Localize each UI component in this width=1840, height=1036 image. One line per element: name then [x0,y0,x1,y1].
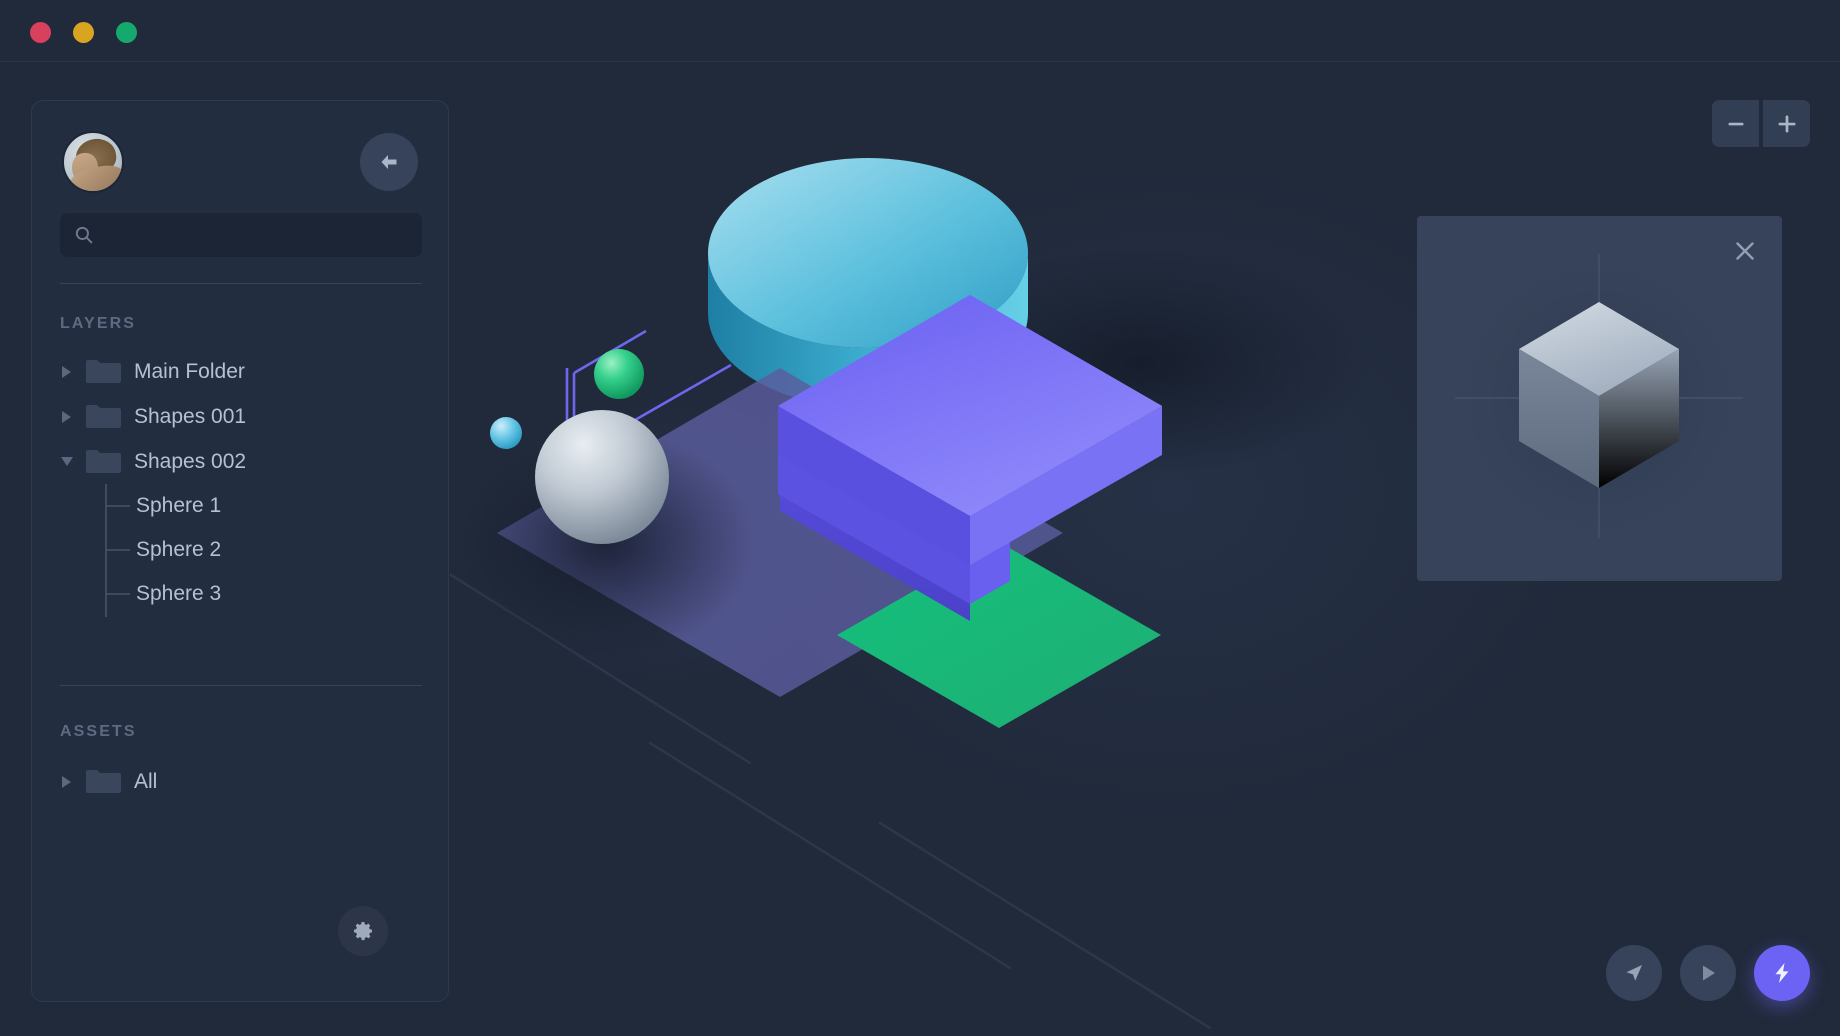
layer-label: Shapes 002 [134,449,247,473]
section-title-layers: LAYERS [60,315,137,332]
minimize-window-button[interactable] [73,22,94,43]
chevron-right-icon[interactable] [60,410,86,424]
title-bar [0,0,1840,62]
chevron-right-icon[interactable] [60,775,86,789]
layer-label: Sphere 3 [136,582,222,605]
layer-item-sphere-2[interactable]: Sphere 2 [60,528,422,572]
layers-tree: Main Folder Shapes 001 Shapes 002 Sphere… [60,349,422,617]
layer-item-shapes-001[interactable]: Shapes 001 [60,394,422,439]
gear-icon [354,922,373,941]
plus-icon [1778,115,1795,132]
layer-children-shapes-002: Sphere 1 Sphere 2 Sphere 3 [60,484,422,617]
avatar[interactable] [62,131,124,193]
scene-object-sphere-blue[interactable] [490,417,522,449]
layer-label: Shapes 001 [134,404,247,428]
boost-button[interactable] [1754,945,1810,1001]
layer-label: Main Folder [134,359,245,383]
settings-button[interactable] [338,906,388,956]
close-icon [1736,242,1754,260]
divider-middle [60,685,422,686]
search-input[interactable] [104,226,408,244]
chevron-right-icon[interactable] [60,365,86,379]
section-title-assets: ASSETS [60,723,137,740]
close-window-button[interactable] [30,22,51,43]
maximize-window-button[interactable] [116,22,137,43]
divider-top [60,283,422,284]
zoom-out-button[interactable] [1712,100,1759,147]
asset-item-all[interactable]: All [60,759,422,804]
scene-object-sphere-gray[interactable] [535,410,669,544]
window-controls [30,22,137,43]
preview-panel [1417,216,1782,581]
search-icon [75,226,93,244]
folder-icon [86,448,130,475]
preview-close-button[interactable] [1730,236,1760,266]
action-buttons [1606,945,1810,1001]
layer-item-main-folder[interactable]: Main Folder [60,349,422,394]
layer-item-shapes-002[interactable]: Shapes 002 [60,439,422,484]
app-window: LAYERS Main Folder Shapes 001 Shapes 002… [0,0,1840,1036]
folder-icon [86,358,130,385]
assets-tree: All [60,759,422,804]
lightning-bolt-icon [1775,963,1789,983]
folder-icon [86,403,130,430]
folder-icon [86,768,130,795]
navigation-arrow-icon [1626,965,1642,981]
zoom-controls [1712,100,1810,147]
preview-cube-scene [1449,248,1749,548]
chevron-down-icon[interactable] [60,455,86,468]
search-field[interactable] [60,213,422,257]
back-button[interactable] [360,133,418,191]
navigate-button[interactable] [1606,945,1662,1001]
layer-label: Sphere 2 [136,538,222,561]
scene-object-sphere-green[interactable] [594,349,644,399]
back-arrow-icon [381,155,397,169]
layer-item-sphere-3[interactable]: Sphere 3 [60,572,422,616]
layer-label: Sphere 1 [136,494,222,517]
minus-icon [1728,122,1743,125]
zoom-in-button[interactable] [1763,100,1810,147]
layer-item-sphere-1[interactable]: Sphere 1 [60,484,422,528]
play-icon [1703,965,1715,981]
asset-label: All [134,769,158,793]
sidebar-panel: LAYERS Main Folder Shapes 001 Shapes 002… [31,100,449,1002]
play-button[interactable] [1680,945,1736,1001]
